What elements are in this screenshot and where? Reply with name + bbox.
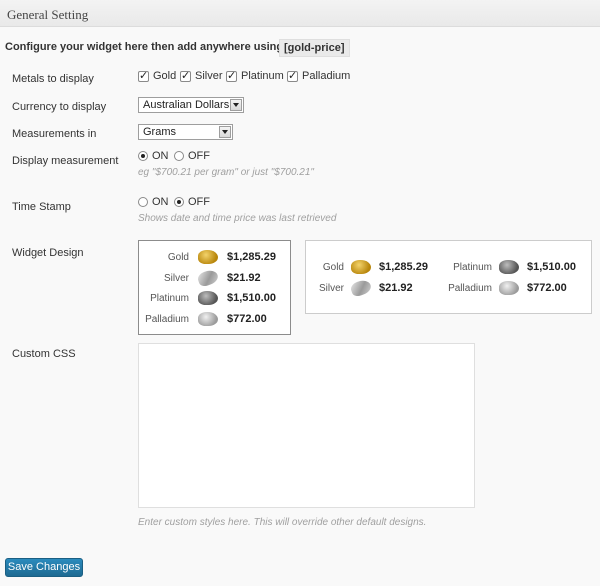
currency-label: Currency to display [12, 101, 107, 113]
price-row-silver: Silver $21.92 [306, 278, 413, 298]
gold-nugget-icon [351, 260, 371, 274]
platinum-checkbox[interactable]: Platinum [226, 69, 284, 82]
custom-css-textarea[interactable] [138, 343, 475, 508]
measurement-select-value: Grams [143, 126, 176, 138]
timestamp-on-radio[interactable]: ON [138, 196, 169, 208]
price-row-palladium: Palladium $772.00 [139, 312, 267, 326]
palladium-checkbox[interactable]: Palladium [287, 69, 351, 82]
settings-header: General Setting [0, 0, 600, 27]
price-row-palladium: Palladium $772.00 [438, 281, 567, 295]
metal-name: Gold [167, 251, 189, 263]
metal-price: $772.00 [527, 282, 567, 294]
metal-name: Palladium [448, 282, 492, 294]
platinum-nugget-icon [198, 291, 218, 305]
silver-bar-icon [349, 278, 373, 298]
palladium-checkbox-label: Palladium [302, 70, 351, 82]
display-measurement-on-label: ON [152, 150, 169, 162]
platinum-nugget-icon [499, 260, 519, 274]
gold-checkbox[interactable]: Gold [138, 69, 177, 82]
timestamp-label: Time Stamp [12, 201, 71, 213]
display-measurement-off-radio[interactable]: OFF [174, 150, 210, 162]
metal-price: $1,285.29 [227, 251, 276, 263]
radio-selected-icon [174, 197, 184, 207]
checkbox-checked-icon [138, 69, 149, 82]
metal-price: $21.92 [227, 272, 261, 284]
metal-price: $1,510.00 [527, 261, 576, 273]
chevron-down-icon [219, 126, 231, 138]
widget-design-grid-option[interactable]: Gold $1,285.29 Silver $21.92 Platinum $1… [305, 240, 592, 314]
silver-checkbox-label: Silver [195, 70, 223, 82]
metal-name: Gold [322, 261, 344, 273]
checkbox-checked-icon [287, 69, 298, 82]
custom-css-hint: Enter custom styles here. This will over… [138, 517, 427, 528]
platinum-checkbox-label: Platinum [241, 70, 284, 82]
display-measurement-off-label: OFF [188, 150, 210, 162]
radio-unselected-icon [138, 197, 148, 207]
metal-name: Platinum [150, 292, 189, 304]
gold-checkbox-label: Gold [153, 70, 177, 82]
chevron-down-icon [230, 99, 242, 111]
timestamp-off-label: OFF [188, 196, 210, 208]
page-title: General Setting [7, 7, 89, 22]
timestamp-off-radio[interactable]: OFF [174, 196, 210, 208]
gold-nugget-icon [198, 250, 218, 264]
metal-price: $1,285.29 [379, 261, 428, 273]
display-measurement-on-radio[interactable]: ON [138, 150, 169, 162]
shortcode-badge: [gold-price] [279, 39, 350, 57]
metal-price: $772.00 [227, 313, 267, 325]
palladium-nugget-icon [198, 312, 218, 326]
price-row-gold: Gold $1,285.29 [139, 250, 276, 264]
measurement-label: Measurements in [12, 128, 97, 140]
metal-name: Silver [163, 272, 189, 284]
metal-name: Silver [318, 282, 344, 294]
display-measurement-hint: eg "$700.21 per gram" or just "$700.21" [138, 167, 314, 178]
metal-price: $21.92 [379, 282, 413, 294]
price-row-silver: Silver $21.92 [139, 268, 261, 288]
metals-label: Metals to display [12, 73, 94, 85]
currency-select[interactable]: Australian Dollars [138, 97, 244, 113]
metal-price: $1,510.00 [227, 292, 276, 304]
price-row-gold: Gold $1,285.29 [306, 260, 428, 274]
custom-css-label: Custom CSS [12, 348, 76, 360]
metal-name: Platinum [453, 261, 492, 273]
metal-name: Palladium [145, 313, 189, 325]
save-changes-button[interactable]: Save Changes [5, 558, 83, 577]
widget-design-vertical-option[interactable]: Gold $1,285.29 Silver $21.92 Platinum $1… [138, 240, 291, 335]
price-row-platinum: Platinum $1,510.00 [438, 260, 576, 274]
price-row-platinum: Platinum $1,510.00 [139, 291, 276, 305]
radio-selected-icon [138, 151, 148, 161]
measurement-select[interactable]: Grams [138, 124, 233, 140]
currency-select-value: Australian Dollars [143, 99, 230, 111]
timestamp-hint: Shows date and time price was last retri… [138, 213, 337, 224]
display-measurement-label: Display measurement [12, 155, 119, 167]
palladium-nugget-icon [499, 281, 519, 295]
silver-checkbox[interactable]: Silver [180, 69, 223, 82]
radio-unselected-icon [174, 151, 184, 161]
silver-bar-icon [196, 268, 220, 288]
checkbox-checked-icon [226, 69, 237, 82]
widget-design-label: Widget Design [12, 247, 84, 259]
checkbox-checked-icon [180, 69, 191, 82]
timestamp-on-label: ON [152, 196, 169, 208]
